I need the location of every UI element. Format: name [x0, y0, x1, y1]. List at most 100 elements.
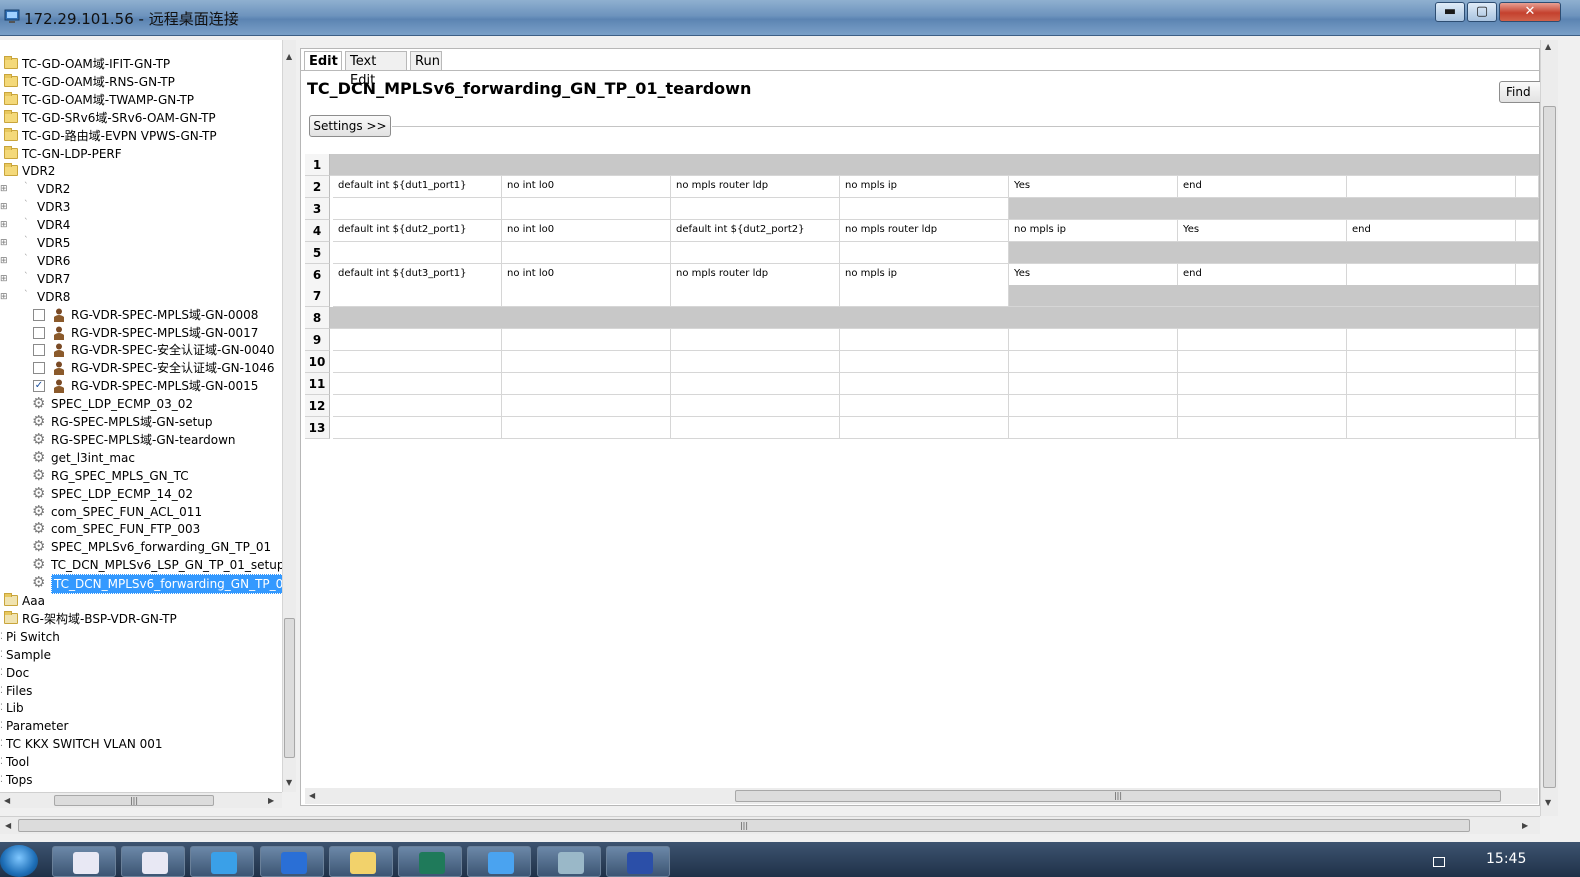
keyword-grid[interactable]: 1 2 default int ${dut1_port1} no int lo0 no …	[305, 154, 1539, 439]
taskbar-app-button[interactable]	[606, 846, 670, 877]
tree-item[interactable]: ⁚ Sample	[0, 646, 282, 664]
grid-cell[interactable]	[1009, 373, 1178, 395]
grid-cell[interactable]	[1178, 329, 1347, 351]
tree-item[interactable]: ⁚ Doc	[0, 664, 282, 682]
tree-item[interactable]: ⚙ TC_DCN_MPLSv6_LSP_GN_TP_01_setup	[0, 556, 282, 574]
grid-cell[interactable]	[671, 395, 840, 417]
grid-cell[interactable]	[1009, 351, 1178, 373]
grid-cell[interactable]	[1516, 264, 1539, 286]
test-case-checkbox[interactable]	[33, 308, 45, 321]
tree-item[interactable]: ⁚ Parameter	[0, 717, 282, 735]
grid-cell[interactable]	[1347, 264, 1516, 286]
taskbar-app-button[interactable]	[121, 846, 185, 877]
tree-expander-icon[interactable]: ⊞	[0, 252, 8, 270]
tree-item[interactable]: ⊞ ` VDR6	[0, 252, 282, 270]
tree-item[interactable]: ⚙ com_SPEC_FUN_FTP_003	[0, 520, 282, 538]
scroll-left-icon[interactable]: ◀	[4, 796, 10, 805]
tree-item[interactable]: ⁚ TC KKX SWITCH VLAN 001	[0, 735, 282, 753]
tree-expander-icon[interactable]: ⁚	[0, 753, 3, 771]
editor-vertical-scroll-thumb[interactable]	[1543, 106, 1556, 788]
grid-cell[interactable]: Yes	[1009, 176, 1178, 198]
grid-cell[interactable]	[840, 329, 1009, 351]
tree-item[interactable]: ⁚ Lib	[0, 699, 282, 717]
grid-cell[interactable]	[333, 242, 502, 264]
tree-expander-icon[interactable]: ⊞	[0, 234, 8, 252]
tree-item[interactable]: ⁚ Files	[0, 682, 282, 700]
tree-item[interactable]: ⁚ Pi Switch	[0, 628, 282, 646]
grid-cell[interactable]	[1347, 373, 1516, 395]
taskbar-app-button[interactable]	[190, 846, 254, 877]
grid-cell[interactable]	[1516, 176, 1539, 198]
row-number[interactable]: 2	[305, 176, 330, 198]
tab-run[interactable]: Run	[410, 51, 442, 71]
tree-item[interactable]: ⚙ com_SPEC_FUN_ACL_011	[0, 503, 282, 521]
tree-item[interactable]: RG-VDR-SPEC-MPLS域-GN-0017	[0, 324, 282, 342]
tree-item[interactable]: ⚙ RG-SPEC-MPLS域-GN-setup	[0, 413, 282, 431]
grid-cell[interactable]	[1178, 373, 1347, 395]
grid-cell[interactable]: default int ${dut1_port1}	[333, 176, 502, 198]
tree-item[interactable]: ⊞ ` VDR8	[0, 288, 282, 306]
grid-cell[interactable]	[671, 242, 840, 264]
grid-cell[interactable]: no mpls router ldp	[840, 220, 1009, 242]
tree-item[interactable]: TC-GN-LDP-PERF	[0, 145, 282, 163]
tree-expander-icon[interactable]: ⊞	[0, 216, 8, 234]
grid-cell[interactable]	[1009, 329, 1178, 351]
grid-cell[interactable]: Yes	[1009, 264, 1178, 286]
tree-item[interactable]: ⚙ TC_DCN_MPLSv6_forwarding_GN_TP_01	[0, 574, 282, 595]
grid-cell[interactable]	[671, 417, 840, 439]
editor-vertical-scrollbar[interactable]: ▲ ▼	[1540, 40, 1558, 816]
row-number[interactable]: 7	[305, 285, 330, 307]
tree-item[interactable]: ⚙ SPEC_MPLSv6_forwarding_GN_TP_01	[0, 538, 282, 556]
grid-cell[interactable]: end	[1178, 176, 1347, 198]
grid-cell[interactable]	[840, 198, 1009, 220]
tree-item[interactable]: ⁚ Tool	[0, 753, 282, 771]
window-horizontal-scroll-thumb[interactable]: |||	[18, 819, 1470, 832]
scroll-up-icon[interactable]: ▲	[1545, 42, 1551, 51]
grid-cell[interactable]: no mpls router ldp	[671, 264, 840, 286]
grid-cell[interactable]: default int ${dut2_port1}	[333, 220, 502, 242]
taskbar-app-button[interactable]	[52, 846, 116, 877]
row-number[interactable]: 8	[305, 307, 330, 329]
tree-expander-icon[interactable]: ⁚	[0, 699, 3, 717]
tree-item[interactable]: RG-架构域-BSP-VDR-GN-TP	[0, 610, 282, 628]
taskbar-app-button[interactable]	[398, 846, 462, 877]
tree-item[interactable]: ⊞ ` VDR2	[0, 180, 282, 198]
settings-button[interactable]: Settings >>	[309, 115, 391, 137]
grid-cell[interactable]: no mpls router ldp	[671, 176, 840, 198]
grid-cell[interactable]	[1347, 417, 1516, 439]
scroll-left-icon[interactable]: ◀	[309, 791, 315, 800]
grid-cell[interactable]	[1178, 417, 1347, 439]
grid-cell[interactable]: Yes	[1178, 220, 1347, 242]
tree-item[interactable]: ⊞ ` VDR5	[0, 234, 282, 252]
grid-cell[interactable]: end	[1178, 264, 1347, 286]
grid-cell[interactable]	[333, 285, 502, 307]
grid-cell[interactable]: no int lo0	[502, 176, 671, 198]
grid-cell[interactable]	[671, 329, 840, 351]
window-horizontal-scrollbar[interactable]: ◀ ||| ▶	[0, 816, 1540, 834]
test-case-checkbox[interactable]	[33, 362, 45, 375]
scroll-left-icon[interactable]: ◀	[5, 821, 11, 830]
tree-expander-icon[interactable]: ⊞	[0, 288, 8, 306]
grid-cell[interactable]	[671, 285, 840, 307]
grid-cell[interactable]: no int lo0	[502, 264, 671, 286]
grid-cell[interactable]	[333, 351, 502, 373]
tree-horizontal-scroll-thumb[interactable]: |||	[54, 795, 214, 806]
tree-item[interactable]: ⚙ SPEC_LDP_ECMP_03_02	[0, 395, 282, 413]
tree-item[interactable]: VDR2	[0, 162, 282, 180]
grid-cell[interactable]	[1009, 395, 1178, 417]
maximize-button[interactable]: ▢	[1467, 2, 1497, 22]
row-number[interactable]: 10	[305, 351, 330, 373]
grid-cell[interactable]: no int lo0	[502, 220, 671, 242]
find-usages-button[interactable]: Find U	[1499, 81, 1544, 103]
grid-cell[interactable]	[840, 373, 1009, 395]
grid-cell[interactable]	[502, 373, 671, 395]
tree-expander-icon[interactable]: ⁚	[0, 628, 3, 646]
tree-item[interactable]: ⊞ ` VDR4	[0, 216, 282, 234]
grid-cell[interactable]	[671, 373, 840, 395]
tree-item[interactable]: TC-GD-OAM域-RNS-GN-TP	[0, 73, 282, 91]
test-case-checkbox[interactable]: ✓	[33, 380, 45, 393]
editor-horizontal-scroll-thumb[interactable]: |||	[735, 790, 1501, 802]
grid-cell[interactable]	[502, 351, 671, 373]
grid-cell[interactable]	[333, 373, 502, 395]
tree-item[interactable]: TC-GD-SRv6域-SRv6-OAM-GN-TP	[0, 109, 282, 127]
